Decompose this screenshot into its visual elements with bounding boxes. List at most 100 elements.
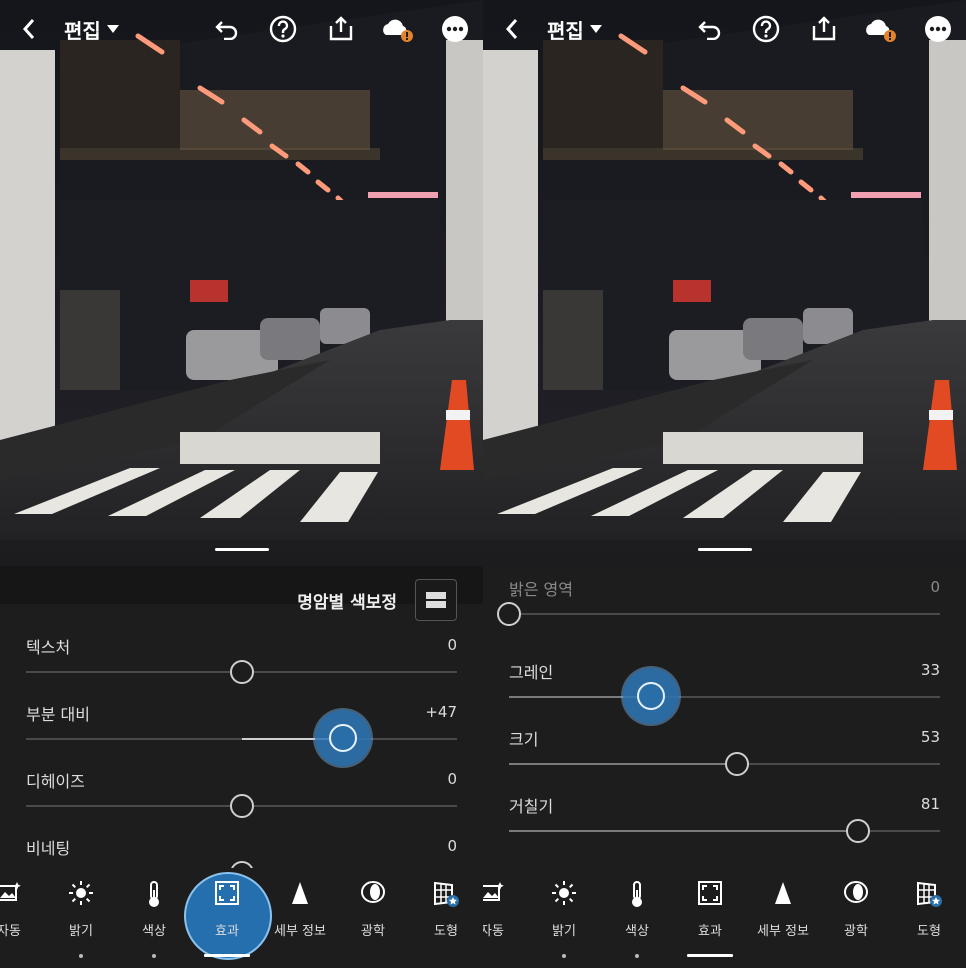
edit-title: 편집 xyxy=(64,18,101,43)
slider-thumb[interactable] xyxy=(725,752,750,776)
auto-icon xyxy=(483,880,527,912)
effects-icon xyxy=(192,880,262,912)
active-tool-underline xyxy=(204,954,250,957)
more-button[interactable] xyxy=(923,12,953,46)
tool-lens[interactable]: 광학 xyxy=(821,880,891,950)
slider-label: 디헤이즈 xyxy=(26,772,85,791)
edit-mode-dropdown[interactable]: 편집 xyxy=(64,12,119,46)
slider-label: 크기 xyxy=(509,730,539,749)
help-button[interactable] xyxy=(266,12,300,46)
tool-lens[interactable]: 광학 xyxy=(338,880,408,950)
tool-sun[interactable]: 밝기 xyxy=(529,880,599,958)
slider-value: 0 xyxy=(447,636,457,654)
home-indicator xyxy=(698,548,752,551)
slider-value: 33 xyxy=(920,661,940,679)
slider-highlights-track[interactable] xyxy=(497,602,940,626)
tool-thermometer[interactable]: 색상 xyxy=(119,880,189,958)
effects-icon xyxy=(675,880,745,912)
help-button[interactable] xyxy=(749,12,783,46)
tool-label: 광학 xyxy=(844,924,868,939)
cloud-status-button[interactable] xyxy=(863,12,899,46)
auto-icon xyxy=(0,880,44,912)
slider-label: 비네팅 xyxy=(26,839,71,858)
split-toning-button[interactable] xyxy=(415,579,457,621)
slider-thumb[interactable] xyxy=(229,861,254,868)
more-button[interactable] xyxy=(440,12,470,46)
tool-detail[interactable]: 세부 정보 xyxy=(265,880,335,950)
slider-track[interactable] xyxy=(26,660,457,684)
tool-detail[interactable]: 세부 정보 xyxy=(748,880,818,950)
tool-label: 자동 xyxy=(483,924,504,939)
tool-effects[interactable]: 효과 xyxy=(675,880,745,957)
slider-value: 0 xyxy=(447,837,457,855)
slider-row[interactable]: 크기 53 xyxy=(483,726,966,793)
slider-fill xyxy=(241,738,343,740)
panel-header xyxy=(0,566,483,604)
tool-geometry[interactable]: 도형 xyxy=(411,880,481,950)
slider-thumb[interactable] xyxy=(637,682,666,710)
slider-row[interactable]: 텍스처 0 xyxy=(0,634,483,701)
help-icon xyxy=(752,15,780,43)
more-icon xyxy=(442,16,468,42)
slider-row[interactable]: 비네팅 0 xyxy=(0,835,483,868)
back-chevron-icon xyxy=(505,19,518,39)
tool-label: 효과 xyxy=(698,924,722,939)
slider-highlights[interactable]: 밝은 영역 0 xyxy=(483,576,966,643)
tool-label: 색상 xyxy=(625,924,649,939)
effects-panel: 명암별 색보정 텍스처 0 부분 대비 +47 디헤이즈 0 비네팅 0 xyxy=(0,566,483,868)
slider-thumb[interactable] xyxy=(328,724,357,752)
detail-icon xyxy=(748,880,818,912)
slider-fill xyxy=(509,696,652,698)
cloud-status-button[interactable] xyxy=(380,12,416,46)
split-toning-title: 명암별 색보정 xyxy=(297,593,397,613)
cloud-warning-icon xyxy=(383,19,413,42)
slider-track[interactable] xyxy=(26,724,457,752)
slider-value: 81 xyxy=(920,795,940,813)
tool-auto[interactable]: 자동 xyxy=(483,880,527,950)
slider-row[interactable]: 부분 대비 +47 xyxy=(0,701,483,768)
slider-thumb[interactable] xyxy=(846,819,871,843)
geometry-icon xyxy=(894,880,964,912)
undo-button[interactable] xyxy=(210,12,244,46)
share-button[interactable] xyxy=(807,12,841,46)
slider-label: 거칠기 xyxy=(509,797,554,816)
tool-effects[interactable]: 효과 xyxy=(184,872,272,960)
lens-icon xyxy=(821,880,891,912)
share-icon xyxy=(329,16,353,41)
cloud-warning-icon xyxy=(866,19,896,42)
street-photo-image xyxy=(0,0,483,566)
undo-button[interactable] xyxy=(693,12,727,46)
slider-row[interactable]: 그레인 33 xyxy=(483,659,966,726)
help-icon xyxy=(269,15,297,43)
modified-dot xyxy=(562,954,566,958)
dropdown-caret-icon xyxy=(106,25,119,33)
tool-label: 광학 xyxy=(361,924,385,939)
slider-highlights-thumb[interactable] xyxy=(497,602,521,626)
back-button[interactable] xyxy=(14,12,44,46)
slider-row[interactable]: 거칠기 81 xyxy=(483,793,966,860)
slider-thumb[interactable] xyxy=(229,660,254,684)
tool-label: 자동 xyxy=(0,924,21,939)
share-button[interactable] xyxy=(324,12,358,46)
slider-value: +47 xyxy=(425,703,457,721)
slider-track[interactable] xyxy=(26,794,457,818)
edit-mode-dropdown[interactable]: 편집 xyxy=(547,12,602,46)
slider-row[interactable]: 디헤이즈 0 xyxy=(0,768,483,835)
tool-geometry[interactable]: 도형 xyxy=(894,880,964,950)
tool-thermometer[interactable]: 색상 xyxy=(602,880,672,958)
slider-value: 0 xyxy=(447,770,457,788)
slider-track[interactable] xyxy=(509,752,940,776)
photo-preview xyxy=(0,0,483,566)
tool-bar: 자동 밝기 색상 효과 세부 정보 광학 도형 xyxy=(0,868,483,968)
split-toning-icon xyxy=(426,592,446,608)
slider-track[interactable] xyxy=(509,819,940,843)
slider-track[interactable] xyxy=(509,682,940,710)
right-edit-screen: 편집 밝은 영역 0 그레인 33 크기 53 거칠기 81 자동 밝기 색상 … xyxy=(483,0,966,968)
tool-auto[interactable]: 자동 xyxy=(0,880,44,950)
modified-dot xyxy=(79,954,83,958)
back-button[interactable] xyxy=(497,12,527,46)
share-icon xyxy=(812,16,836,41)
slider-thumb[interactable] xyxy=(229,794,254,818)
tool-label: 세부 정보 xyxy=(274,924,326,939)
tool-sun[interactable]: 밝기 xyxy=(46,880,116,958)
